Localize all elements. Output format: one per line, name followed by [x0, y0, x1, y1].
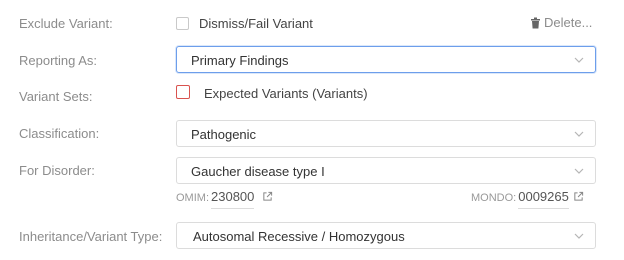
reporting-as-select[interactable]: Primary Findings [176, 46, 596, 73]
dismiss-fail-label: Dismiss/Fail Variant [199, 16, 313, 31]
reporting-as-label: Reporting As: [19, 53, 98, 68]
for-disorder-label: For Disorder: [19, 163, 95, 178]
omim-reference: OMIM: 230800 [176, 189, 273, 209]
inheritance-value: Autosomal Recessive / Homozygous [193, 229, 405, 244]
chevron-down-icon [574, 131, 584, 137]
disorder-value: Gaucher disease type I [191, 164, 325, 179]
chevron-down-icon [574, 233, 584, 239]
mondo-reference: MONDO: 0009265 [471, 189, 584, 209]
inheritance-select[interactable]: Autosomal Recessive / Homozygous [176, 222, 596, 249]
expected-variants-label: Expected Variants (Variants) [204, 86, 368, 101]
delete-label: Delete... [544, 15, 593, 30]
mondo-id[interactable]: 0009265 [518, 189, 569, 209]
external-link-icon[interactable] [573, 191, 584, 202]
classification-select[interactable]: Pathogenic [176, 120, 596, 147]
classification-value: Pathogenic [191, 127, 257, 142]
expected-variants-checkbox[interactable] [176, 85, 190, 99]
reporting-as-value: Primary Findings [191, 53, 289, 68]
delete-button[interactable]: Delete... [530, 15, 592, 30]
classification-label: Classification: [19, 126, 100, 141]
mondo-prefix: MONDO: [471, 192, 517, 204]
dismiss-fail-checkbox[interactable] [176, 17, 189, 30]
omim-id[interactable]: 230800 [211, 189, 255, 209]
trash-icon [531, 17, 540, 28]
chevron-down-icon [574, 57, 584, 63]
variant-sets-label: Variant Sets: [19, 89, 93, 104]
exclude-variant-label: Exclude Variant: [19, 16, 113, 31]
external-link-icon[interactable] [262, 191, 273, 202]
inheritance-label: Inheritance/Variant Type: [19, 229, 163, 244]
disorder-select[interactable]: Gaucher disease type I [176, 157, 596, 184]
chevron-down-icon [574, 168, 584, 174]
omim-prefix: OMIM: [176, 192, 209, 204]
